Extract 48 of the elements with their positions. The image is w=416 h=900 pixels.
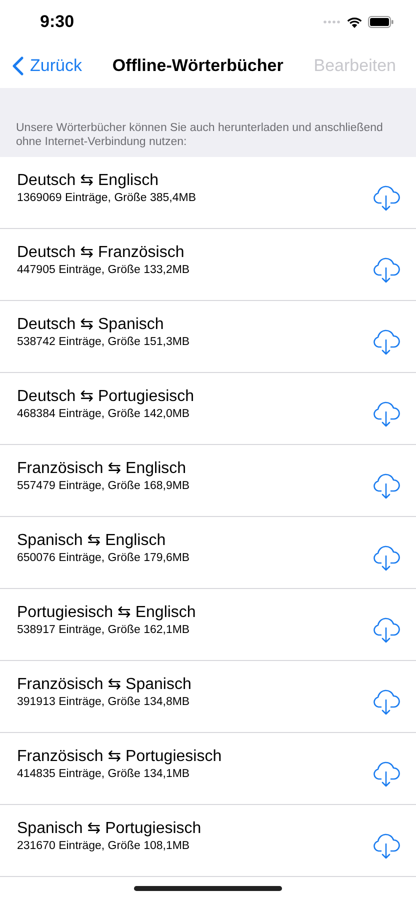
dictionary-title: Französisch ⇆ Portugiesisch xyxy=(17,747,222,767)
dictionary-title: Deutsch ⇆ Englisch xyxy=(17,171,160,191)
cloud-download-icon[interactable] xyxy=(372,545,400,571)
cloud-download-icon[interactable] xyxy=(372,329,400,355)
dictionary-row[interactable]: Französisch ⇆ Spanisch 391913 Einträge, Größe 134,8MB xyxy=(0,661,416,733)
dictionary-detail: 391913 Einträge, Größe 134,8MB xyxy=(17,695,191,709)
cloud-download-icon[interactable] xyxy=(372,257,400,283)
dictionary-title: Portugiesisch ⇆ Englisch xyxy=(17,603,196,623)
dictionary-row[interactable]: Portugiesisch ⇆ Englisch 538917 Einträge, Größe 162,1MB xyxy=(0,589,416,661)
dictionary-detail: 538742 Einträge, Größe 151,3MB xyxy=(17,335,190,349)
dictionary-title: Französisch ⇆ Spanisch xyxy=(17,675,192,695)
dictionary-row[interactable]: Deutsch ⇆ Englisch 1369069 Einträge, Größe 385,4MB xyxy=(0,157,416,229)
wifi-icon xyxy=(346,16,363,28)
dictionary-detail: 650076 Einträge, Größe 179,6MB xyxy=(17,551,190,565)
dictionary-detail: 414835 Einträge, Größe 134,1MB xyxy=(17,767,191,781)
signal-icon xyxy=(323,20,341,24)
dictionary-detail: 557479 Einträge, Größe 168,9MB xyxy=(17,479,190,493)
cloud-download-icon[interactable] xyxy=(372,617,400,643)
cloud-download-icon[interactable] xyxy=(372,761,400,787)
dictionary-title: Französisch ⇆ Englisch xyxy=(17,459,188,479)
battery-icon xyxy=(368,16,394,28)
cloud-download-icon[interactable] xyxy=(372,833,400,859)
dictionary-row[interactable]: Französisch ⇆ Portugiesisch 414835 Einträge, Größe 134,1MB xyxy=(0,733,416,805)
dictionary-detail: 1369069 Einträge, Größe 385,4MB xyxy=(17,191,196,205)
dictionary-row[interactable]: Spanisch ⇆ Portugiesisch 231670 Einträge, Größe 108,1MB xyxy=(0,805,416,877)
dictionary-detail: 447905 Einträge, Größe 133,2MB xyxy=(17,263,190,277)
chevron-left-icon xyxy=(12,56,24,76)
dictionary-title: Deutsch ⇆ Portugiesisch xyxy=(17,387,194,407)
dictionary-row[interactable]: Spanisch ⇆ Englisch 650076 Einträge, Größe 179,6MB xyxy=(0,517,416,589)
status-time: 9:30 xyxy=(40,12,74,32)
dictionary-row[interactable]: Deutsch ⇆ Französisch 447905 Einträge, Größe 133,2MB xyxy=(0,229,416,301)
dictionary-row[interactable]: Französisch ⇆ Englisch 557479 Einträge, Größe 168,9MB xyxy=(0,445,416,517)
dictionary-row[interactable]: Deutsch ⇆ Portugiesisch 468384 Einträge, Größe 142,0MB xyxy=(0,373,416,445)
dictionary-detail: 468384 Einträge, Größe 142,0MB xyxy=(17,407,191,421)
back-button[interactable]: Zurück xyxy=(12,56,82,76)
dictionary-detail: 538917 Einträge, Größe 162,1MB xyxy=(17,623,191,637)
dictionary-title: Deutsch ⇆ Spanisch xyxy=(17,315,165,335)
cloud-download-icon[interactable] xyxy=(372,185,400,211)
screen-title: Offline-Wörterbücher xyxy=(112,56,284,76)
cloud-download-icon[interactable] xyxy=(372,401,400,427)
dictionary-title: Spanisch ⇆ Englisch xyxy=(17,531,167,551)
cloud-download-icon[interactable] xyxy=(372,473,400,499)
section-header: Unsere Wörterbücher können Sie auch herunterladen und anschließend ohne Internet-Verbindung nutzen: xyxy=(16,121,384,149)
dictionary-title: Spanisch ⇆ Portugiesisch xyxy=(17,819,202,839)
dictionary-detail: 231670 Einträge, Größe 108,1MB xyxy=(17,839,191,853)
dictionary-row[interactable]: Deutsch ⇆ Spanisch 538742 Einträge, Größe 151,3MB xyxy=(0,301,416,373)
cloud-download-icon[interactable] xyxy=(372,689,400,715)
dictionary-title: Deutsch ⇆ Französisch xyxy=(17,243,186,263)
